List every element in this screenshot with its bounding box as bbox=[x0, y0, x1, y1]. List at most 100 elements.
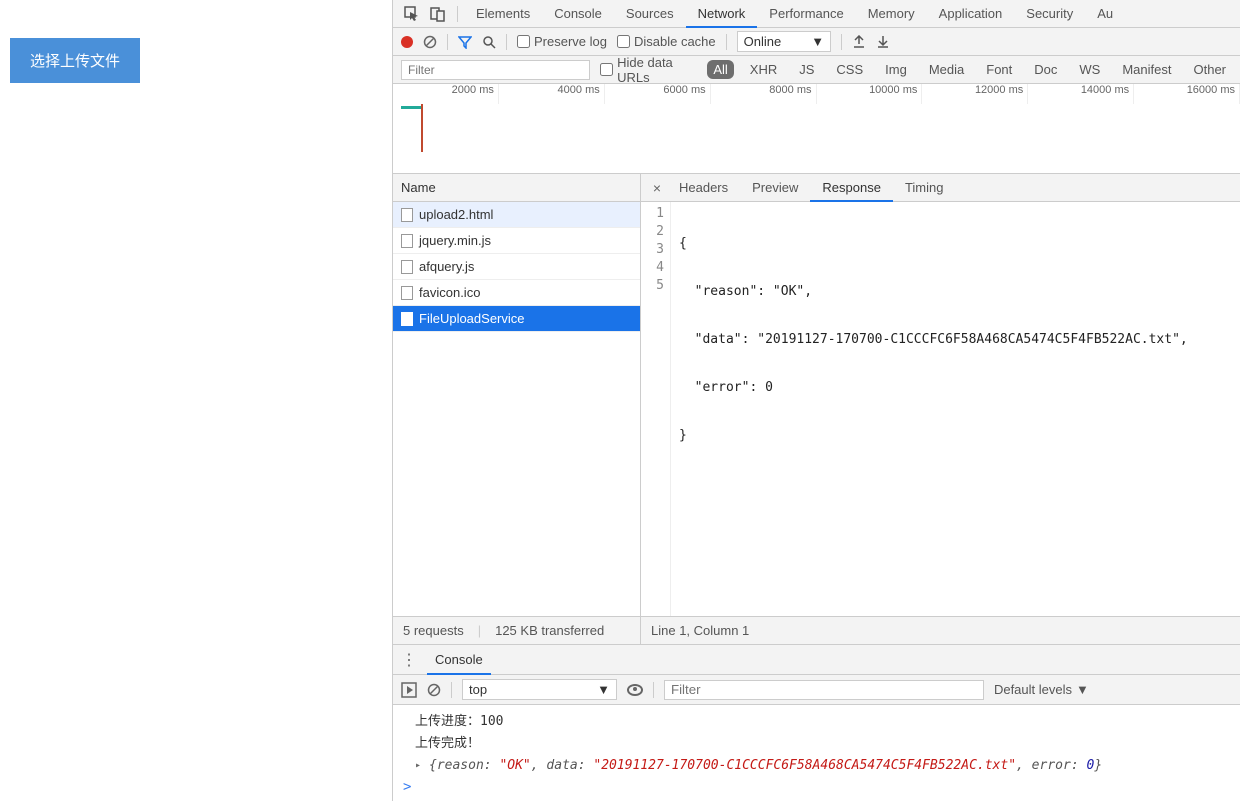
timeline-tick: 10000 ms bbox=[817, 84, 923, 104]
request-name: upload2.html bbox=[419, 207, 493, 222]
filter-type-js[interactable]: JS bbox=[793, 60, 820, 79]
chevron-down-icon: ▼ bbox=[1076, 682, 1089, 697]
console-context-select[interactable]: top▼ bbox=[462, 679, 617, 700]
network-body: Name upload2.html jquery.min.js afquery.… bbox=[393, 174, 1240, 644]
timeline-tick: 14000 ms bbox=[1028, 84, 1134, 104]
timeline-tick: 8000 ms bbox=[711, 84, 817, 104]
filter-type-other[interactable]: Other bbox=[1187, 60, 1232, 79]
throttling-select[interactable]: Online▼ bbox=[737, 31, 831, 52]
console-play-icon[interactable] bbox=[401, 682, 417, 698]
separator bbox=[841, 34, 842, 50]
timeline-tick: 2000 ms bbox=[393, 84, 499, 104]
separator bbox=[726, 34, 727, 50]
detail-tab-strip: × Headers Preview Response Timing bbox=[641, 174, 1240, 202]
filter-type-ws[interactable]: WS bbox=[1073, 60, 1106, 79]
page-content: 选择上传文件 bbox=[0, 0, 392, 801]
request-row[interactable]: afquery.js bbox=[393, 254, 640, 280]
response-body[interactable]: 12345 { "reason": "OK", "data": "2019112… bbox=[641, 202, 1240, 616]
separator bbox=[447, 34, 448, 50]
line-numbers: 12345 bbox=[641, 202, 671, 616]
hide-data-urls-checkbox[interactable]: Hide data URLs bbox=[600, 55, 697, 85]
filter-type-font[interactable]: Font bbox=[980, 60, 1018, 79]
console-line: 上传进度：100 bbox=[415, 711, 1230, 733]
download-har-icon[interactable] bbox=[876, 35, 890, 49]
tab-memory[interactable]: Memory bbox=[856, 0, 927, 28]
request-list-header[interactable]: Name bbox=[393, 174, 640, 202]
chevron-down-icon: ▼ bbox=[811, 34, 824, 49]
timeline-load-marker bbox=[421, 104, 423, 152]
console-object-line[interactable]: {reason: "OK", data: "20191127-170700-C1… bbox=[415, 755, 1230, 777]
console-clear-icon[interactable] bbox=[427, 683, 441, 697]
toggle-device-icon[interactable] bbox=[430, 6, 446, 22]
tab-security[interactable]: Security bbox=[1014, 0, 1085, 28]
console-toolbar: top▼ Default levels▼ bbox=[393, 675, 1240, 705]
detail-tab-timing[interactable]: Timing bbox=[893, 174, 956, 202]
tab-console[interactable]: Console bbox=[542, 0, 614, 28]
request-row[interactable]: FileUploadService bbox=[393, 306, 640, 332]
disable-cache-checkbox[interactable]: Disable cache bbox=[617, 34, 716, 49]
request-name: jquery.min.js bbox=[419, 233, 491, 248]
console-output[interactable]: 上传进度：100 上传完成！ {reason: "OK", data: "201… bbox=[393, 705, 1240, 779]
detail-tab-response[interactable]: Response bbox=[810, 174, 893, 202]
live-expression-icon[interactable] bbox=[627, 684, 643, 696]
network-timeline[interactable]: 2000 ms 4000 ms 6000 ms 8000 ms 10000 ms… bbox=[393, 84, 1240, 174]
chevron-down-icon: ▼ bbox=[597, 682, 610, 697]
filter-input[interactable] bbox=[401, 60, 590, 80]
console-filter-input[interactable] bbox=[664, 680, 984, 700]
filter-type-all[interactable]: All bbox=[707, 60, 733, 79]
network-toolbar: Preserve log Disable cache Online▼ bbox=[393, 28, 1240, 56]
search-icon[interactable] bbox=[482, 35, 496, 49]
console-line: 上传完成！ bbox=[415, 733, 1230, 755]
filter-type-media[interactable]: Media bbox=[923, 60, 970, 79]
timeline-tick: 12000 ms bbox=[922, 84, 1028, 104]
filter-type-css[interactable]: CSS bbox=[830, 60, 869, 79]
tab-elements[interactable]: Elements bbox=[464, 0, 542, 28]
request-row[interactable]: jquery.min.js bbox=[393, 228, 640, 254]
response-code: { "reason": "OK", "data": "20191127-1707… bbox=[671, 202, 1188, 616]
timeline-tick: 4000 ms bbox=[499, 84, 605, 104]
detail-footer: Line 1, Column 1 bbox=[641, 616, 1240, 644]
network-filter-bar: Hide data URLs All XHR JS CSS Img Media … bbox=[393, 56, 1240, 84]
timeline-bar bbox=[401, 106, 421, 109]
console-levels-select[interactable]: Default levels▼ bbox=[994, 682, 1089, 697]
clear-icon[interactable] bbox=[423, 35, 437, 49]
console-prompt[interactable]: > bbox=[393, 779, 1240, 801]
filter-type-xhr[interactable]: XHR bbox=[744, 60, 783, 79]
upload-file-button[interactable]: 选择上传文件 bbox=[10, 38, 140, 83]
console-tab-row: ⋮ Console bbox=[393, 645, 1240, 675]
tab-performance[interactable]: Performance bbox=[757, 0, 855, 28]
request-name: favicon.ico bbox=[419, 285, 480, 300]
filter-type-manifest[interactable]: Manifest bbox=[1116, 60, 1177, 79]
console-tab[interactable]: Console bbox=[427, 645, 491, 675]
tab-application[interactable]: Application bbox=[927, 0, 1015, 28]
separator bbox=[457, 6, 458, 22]
request-summary: 5 requests | 125 KB transferred bbox=[393, 616, 640, 644]
tab-network[interactable]: Network bbox=[686, 0, 758, 28]
devtools-tab-strip: Elements Console Sources Network Perform… bbox=[393, 0, 1240, 28]
request-name: FileUploadService bbox=[419, 311, 525, 326]
drawer-menu-icon[interactable]: ⋮ bbox=[401, 650, 417, 670]
request-name: afquery.js bbox=[419, 259, 474, 274]
detail-tab-headers[interactable]: Headers bbox=[667, 174, 740, 202]
tab-audits[interactable]: Au bbox=[1085, 0, 1125, 28]
separator bbox=[506, 34, 507, 50]
filter-type-img[interactable]: Img bbox=[879, 60, 913, 79]
detail-tab-preview[interactable]: Preview bbox=[740, 174, 810, 202]
record-icon[interactable] bbox=[401, 36, 413, 48]
request-row[interactable]: favicon.ico bbox=[393, 280, 640, 306]
upload-har-icon[interactable] bbox=[852, 35, 866, 49]
timeline-tick: 16000 ms bbox=[1134, 84, 1240, 104]
file-icon bbox=[401, 234, 413, 248]
tab-sources[interactable]: Sources bbox=[614, 0, 686, 28]
separator bbox=[653, 682, 654, 698]
close-detail-icon[interactable]: × bbox=[647, 180, 667, 196]
file-icon bbox=[401, 260, 413, 274]
request-detail-pane: × Headers Preview Response Timing 12345 … bbox=[641, 174, 1240, 644]
preserve-log-checkbox[interactable]: Preserve log bbox=[517, 34, 607, 49]
inspect-element-icon[interactable] bbox=[404, 6, 420, 22]
filter-toggle-icon[interactable] bbox=[458, 35, 472, 49]
request-row[interactable]: upload2.html bbox=[393, 202, 640, 228]
filter-type-doc[interactable]: Doc bbox=[1028, 60, 1063, 79]
request-list: Name upload2.html jquery.min.js afquery.… bbox=[393, 174, 641, 644]
summary-count: 5 requests bbox=[403, 617, 464, 644]
